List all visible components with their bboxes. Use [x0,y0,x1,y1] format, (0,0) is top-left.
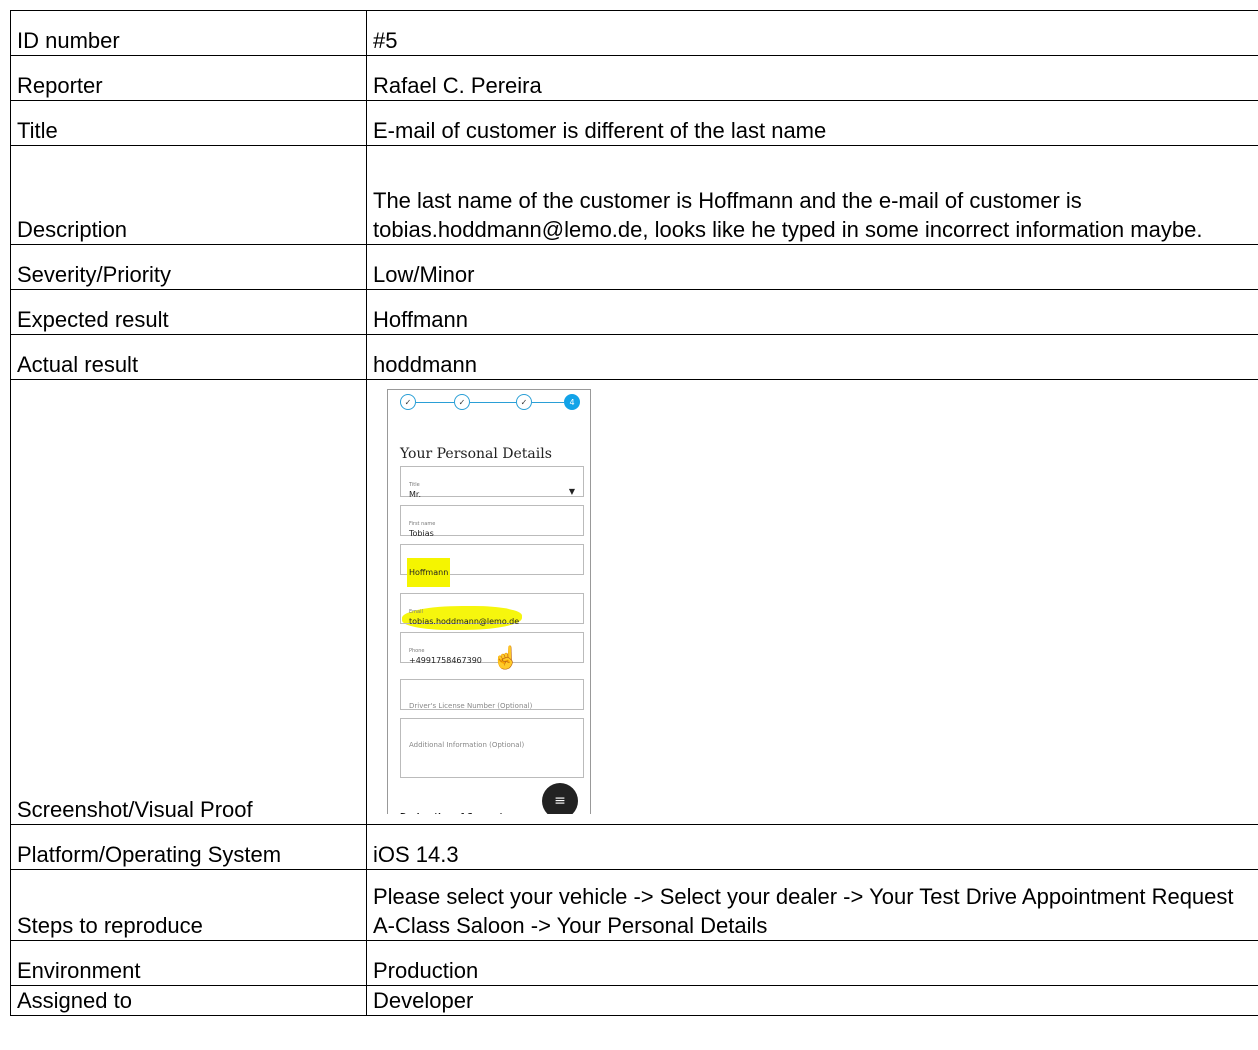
field-value-highlighted: Hoffmann [407,558,451,587]
progress-steps: ✓ ✓ ✓ 4 [388,390,590,414]
row-value: Please select your vehicle -> Select you… [366,869,1258,941]
row-label: Description [10,145,367,245]
last-name-field: Last name Hoffmann [400,544,584,587]
row-label: Expected result [10,289,367,335]
row-value: Developer [366,985,1258,1016]
row-value: The last name of the customer is Hoffman… [366,145,1258,245]
license-field: Driver's License Number (Optional) [400,679,584,710]
row-label: Environment [10,940,367,986]
row-label: Severity/Priority [10,244,367,290]
row-id-number: ID number #5 [10,10,1258,56]
row-platform: Platform/Operating System iOS 14.3 [10,824,1258,870]
row-actual-result: Actual result hoddmann [10,334,1258,380]
row-value: iOS 14.3 [366,824,1258,870]
step-4-current: 4 [564,394,580,410]
row-value: Production [366,940,1258,986]
row-label: Actual result [10,334,367,380]
row-reporter: Reporter Rafael C. Pereira [10,55,1258,101]
row-value: #5 [366,10,1258,56]
phone-screenshot: ✓ ✓ ✓ 4 Your Personal Details Title Mr. … [387,389,591,814]
row-expected-result: Expected result Hoffmann [10,289,1258,335]
row-description: Description The last name of the custome… [10,145,1258,245]
field-placeholder: Driver's License Number (Optional) [409,702,533,710]
title-select: Title Mr. ▼ [400,466,584,499]
step-1-check-icon: ✓ [400,394,416,410]
chevron-down-icon: ▼ [568,487,575,496]
row-value: E-mail of customer is different of the l… [366,100,1258,146]
row-label: Assigned to [10,985,367,1016]
step-2-check-icon: ✓ [454,394,470,410]
row-label: Screenshot/Visual Proof [10,379,367,825]
field-value: +4991758467390 [409,656,482,665]
step-connector [470,402,516,403]
hand-cursor-icon: ☝ [492,646,520,671]
email-field: Email tobias.hoddmann@lemo.de [400,593,584,626]
row-screenshot: Screenshot/Visual Proof ✓ ✓ ✓ 4 Your Per… [10,379,1258,825]
screenshot-cell: ✓ ✓ ✓ 4 Your Personal Details Title Mr. … [366,379,1258,825]
additional-info-field: Additional Information (Optional) [400,718,584,778]
phone-heading: Your Personal Details [400,446,552,462]
row-label: Platform/Operating System [10,824,367,870]
row-environment: Environment Production [10,940,1258,986]
row-value: Rafael C. Pereira [366,55,1258,101]
row-label: Title [10,100,367,146]
row-value: hoddmann [366,334,1258,380]
first-name-field: First name Tobias [400,505,584,538]
row-label: Steps to reproduce [10,869,367,941]
step-connector [532,402,564,403]
row-value: Low/Minor [366,244,1258,290]
row-steps: Steps to reproduce Please select your ve… [10,869,1258,941]
field-placeholder: Additional Information (Optional) [409,741,525,749]
consent-heading: Declaration of Consent [400,802,503,814]
step-3-check-icon: ✓ [516,394,532,410]
bug-report-table: ID number #5 Reporter Rafael C. Pereira … [10,10,1258,1016]
chat-icon: ≡ [542,783,578,814]
row-value: Hoffmann [366,289,1258,335]
step-connector [416,402,454,403]
row-title: Title E-mail of customer is different of… [10,100,1258,146]
row-severity: Severity/Priority Low/Minor [10,244,1258,290]
row-label: Reporter [10,55,367,101]
row-assigned-to: Assigned to Developer [10,985,1258,1016]
row-label: ID number [10,10,367,56]
